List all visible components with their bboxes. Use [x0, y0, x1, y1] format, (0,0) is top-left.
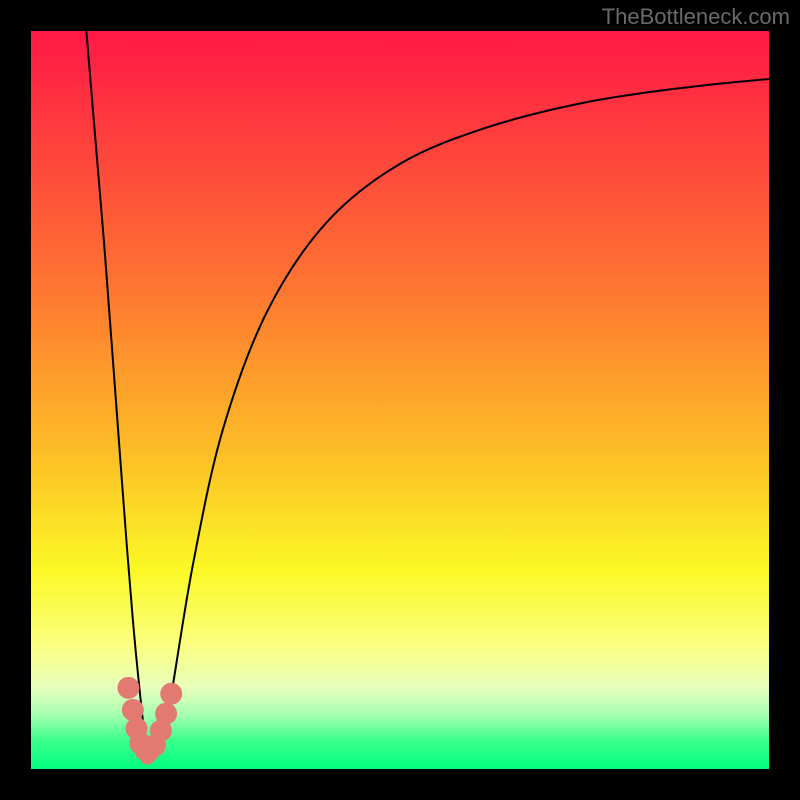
scatter-point — [160, 683, 182, 705]
scatter-point — [117, 677, 139, 699]
scatter-point — [122, 699, 144, 721]
chart-container: TheBottleneck.com — [0, 0, 800, 800]
plot-background — [31, 31, 769, 769]
watermark-text: TheBottleneck.com — [602, 4, 790, 30]
chart-svg — [0, 0, 800, 800]
scatter-point — [155, 703, 177, 725]
